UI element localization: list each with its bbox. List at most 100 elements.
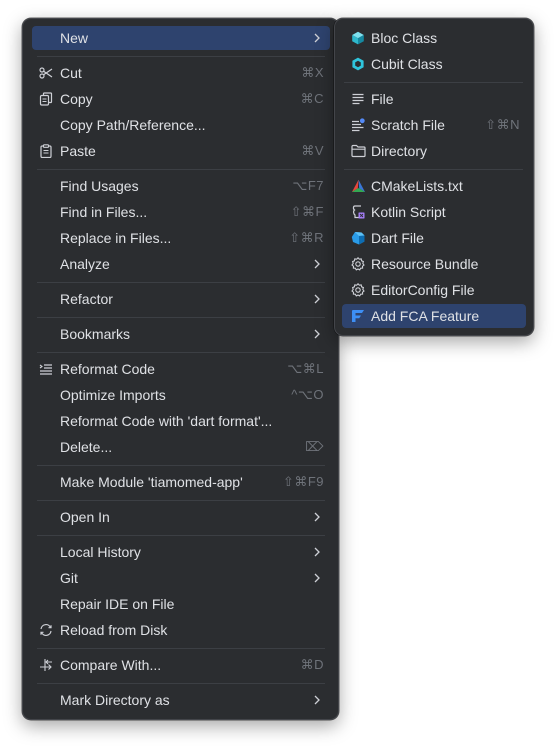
menu-item-open-in[interactable]: Open In: [32, 505, 330, 529]
submenu-item-file[interactable]: File: [342, 87, 526, 111]
menu-item-copy-path-reference[interactable]: Copy Path/Reference...: [32, 113, 330, 137]
menu-item-reload-from-disk[interactable]: Reload from Disk: [32, 618, 330, 642]
cmake-triangle-icon: [350, 178, 366, 194]
menu-item-reformat-code[interactable]: Reformat Code ⌥⌘L: [32, 357, 330, 381]
menu-item-find-usages[interactable]: Find Usages ⌥F7: [32, 174, 330, 198]
menu-item-reformat-code-dart-format[interactable]: Reformat Code with 'dart format'...: [32, 409, 330, 433]
menu-item-local-history[interactable]: Local History: [32, 540, 330, 564]
menu-item-label: Find in Files...: [60, 204, 148, 220]
shortcut-label: ⌘V: [301, 143, 324, 158]
editorconfig-gear-icon: [350, 282, 366, 298]
chevron-right-icon: [314, 329, 320, 339]
submenu-item-label: Bloc Class: [371, 30, 438, 46]
menu-separator: [344, 82, 523, 83]
scratch-file-icon: [350, 117, 366, 133]
folder-icon: [350, 143, 366, 159]
reload-icon: [38, 622, 54, 638]
menu-item-make-module[interactable]: Make Module 'tiamomed-app' ⇧⌘F9: [32, 470, 330, 494]
shortcut-label: ⌦: [305, 439, 324, 454]
chevron-right-icon: [314, 695, 320, 705]
new-submenu: Bloc Class Cubit Class File Scratch File…: [334, 18, 534, 336]
submenu-item-editorconfig-file[interactable]: EditorConfig File: [342, 278, 526, 302]
menu-separator: [37, 169, 325, 170]
reformat-lines-icon: [38, 361, 54, 377]
submenu-item-cmakelists[interactable]: CMakeLists.txt: [342, 174, 526, 198]
menu-separator: [37, 683, 325, 684]
chevron-right-icon: [314, 547, 320, 557]
menu-separator: [37, 500, 325, 501]
menu-item-label: Reformat Code with 'dart format'...: [60, 413, 273, 429]
menu-item-label: Local History: [60, 544, 141, 560]
submenu-item-add-fca-feature[interactable]: Add FCA Feature: [342, 304, 526, 328]
menu-separator: [37, 535, 325, 536]
menu-item-repair-ide-on-file[interactable]: Repair IDE on File: [32, 592, 330, 616]
menu-item-analyze[interactable]: Analyze: [32, 252, 330, 276]
menu-separator: [37, 352, 325, 353]
menu-separator: [37, 465, 325, 466]
menu-item-label: Compare With...: [60, 657, 162, 673]
submenu-item-label: Directory: [371, 143, 428, 159]
shortcut-label: ^⌥O: [291, 387, 324, 402]
submenu-item-label: CMakeLists.txt: [371, 178, 463, 194]
menu-separator: [37, 648, 325, 649]
shortcut-label: ⇧⌘F: [290, 204, 324, 219]
submenu-item-label: Kotlin Script: [371, 204, 446, 220]
menu-item-replace-in-files[interactable]: Replace in Files... ⇧⌘R: [32, 226, 330, 250]
menu-item-optimize-imports[interactable]: Optimize Imports ^⌥O: [32, 383, 330, 407]
menu-separator: [37, 317, 325, 318]
shortcut-label: ⇧⌘N: [485, 117, 520, 132]
resource-bundle-gear-icon: [350, 256, 366, 272]
menu-separator: [344, 169, 523, 170]
menu-item-label: Make Module 'tiamomed-app': [60, 474, 243, 490]
menu-item-label: Reformat Code: [60, 361, 155, 377]
menu-item-compare-with[interactable]: Compare With... ⌘D: [32, 653, 330, 677]
chevron-right-icon: [314, 33, 320, 43]
chevron-right-icon: [314, 294, 320, 304]
menu-item-label: Repair IDE on File: [60, 596, 175, 612]
copy-icon: [38, 91, 54, 107]
menu-item-label: Paste: [60, 143, 96, 159]
menu-item-label: Cut: [60, 65, 82, 81]
submenu-item-cubit-class[interactable]: Cubit Class: [342, 52, 526, 76]
menu-item-label: New: [60, 30, 89, 46]
submenu-item-bloc-class[interactable]: Bloc Class: [342, 26, 526, 50]
menu-item-label: Bookmarks: [60, 326, 131, 342]
submenu-item-label: Dart File: [371, 230, 424, 246]
menu-item-copy[interactable]: Copy ⌘C: [32, 87, 330, 111]
submenu-item-resource-bundle[interactable]: Resource Bundle: [342, 252, 526, 276]
menu-item-delete[interactable]: Delete... ⌦: [32, 435, 330, 459]
menu-item-refactor[interactable]: Refactor: [32, 287, 330, 311]
submenu-item-dart-file[interactable]: Dart File: [342, 226, 526, 250]
menu-item-new[interactable]: New: [32, 26, 330, 50]
chevron-right-icon: [314, 259, 320, 269]
menu-item-label: Reload from Disk: [60, 622, 168, 638]
shortcut-label: ⇧⌘F9: [282, 474, 324, 489]
shortcut-label: ⌘D: [300, 657, 324, 672]
submenu-item-scratch-file[interactable]: Scratch File ⇧⌘N: [342, 113, 526, 137]
submenu-item-label: Cubit Class: [371, 56, 443, 72]
menu-item-cut[interactable]: Cut ⌘X: [32, 61, 330, 85]
menu-item-paste[interactable]: Paste ⌘V: [32, 139, 330, 163]
menu-item-label: Analyze: [60, 256, 110, 272]
clipboard-icon: [38, 143, 54, 159]
shortcut-label: ⇧⌘R: [289, 230, 324, 245]
menu-item-label: Delete...: [60, 439, 113, 455]
submenu-item-label: Resource Bundle: [371, 256, 479, 272]
bloc-cube-icon: [350, 30, 366, 46]
menu-item-label: Mark Directory as: [60, 692, 170, 708]
menu-item-label: Copy: [60, 91, 93, 107]
fca-feature-icon: [350, 308, 366, 324]
menu-item-mark-directory-as[interactable]: Mark Directory as: [32, 688, 330, 712]
menu-separator: [37, 282, 325, 283]
menu-item-label: Open In: [60, 509, 110, 525]
menu-item-git[interactable]: Git: [32, 566, 330, 590]
menu-item-bookmarks[interactable]: Bookmarks: [32, 322, 330, 346]
scissors-icon: [38, 65, 54, 81]
submenu-item-directory[interactable]: Directory: [342, 139, 526, 163]
shortcut-label: ⌘X: [301, 65, 324, 80]
submenu-item-label: Add FCA Feature: [371, 308, 480, 324]
menu-item-find-in-files[interactable]: Find in Files... ⇧⌘F: [32, 200, 330, 224]
compare-arrows-icon: [38, 657, 54, 673]
submenu-item-kotlin-script[interactable]: Kotlin Script: [342, 200, 526, 224]
shortcut-label: ⌘C: [300, 91, 324, 106]
